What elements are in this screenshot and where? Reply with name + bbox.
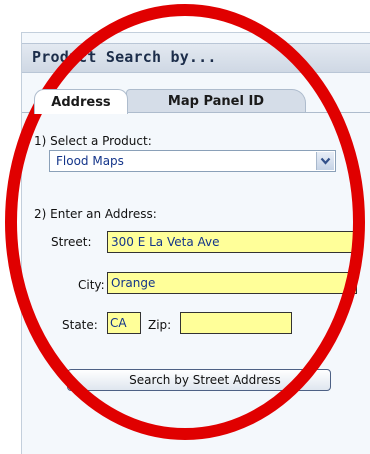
annotation-ring — [5, 4, 365, 440]
tab-address[interactable]: Address — [34, 89, 128, 114]
